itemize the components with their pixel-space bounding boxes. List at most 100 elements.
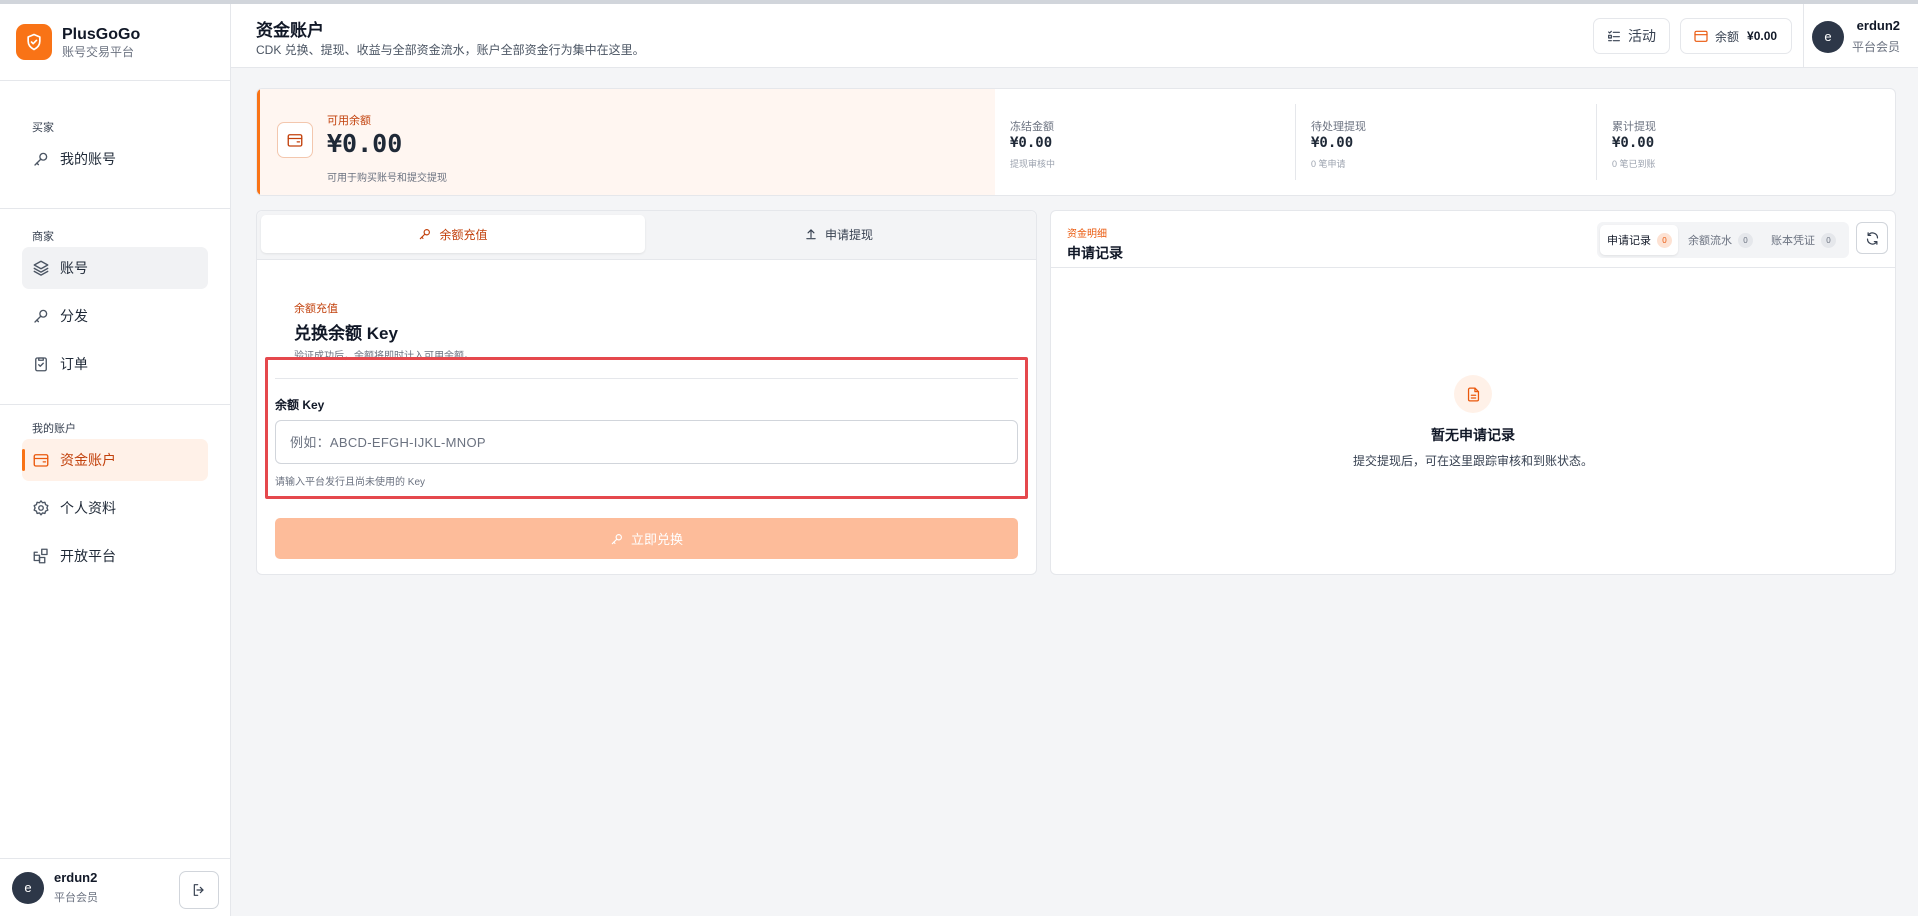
- tab-balance-recharge[interactable]: 余额充值: [261, 215, 645, 253]
- refresh-button[interactable]: [1856, 222, 1888, 254]
- tab-label: 申请记录: [1607, 235, 1651, 247]
- balance-label: 余额: [1715, 29, 1740, 44]
- available-balance-label: 可用余额: [327, 115, 371, 127]
- user-name: erdun2: [54, 870, 98, 885]
- sidebar-item-my-accounts[interactable]: 我的账号: [22, 138, 208, 180]
- activity-label: 活动: [1628, 28, 1656, 44]
- stat-label: 累计提现: [1612, 121, 1656, 133]
- page-subtitle: CDK 兑换、提现、收益与全部资金流水，账户全部资金行为集中在这里。: [256, 43, 645, 57]
- balance-summary-card: 可用余额 ¥0.00 可用于购买账号和提交提现 冻结金额 ¥0.00 提现审核中…: [256, 88, 1896, 196]
- stat-note: 提现审核中: [1010, 159, 1056, 169]
- sidebar-item-orders[interactable]: 订单: [22, 343, 208, 385]
- tab-ledger-vouchers[interactable]: 账本凭证 0: [1764, 225, 1836, 255]
- nav-section-label: 买家: [32, 122, 54, 134]
- sidebar-item-profile[interactable]: 个人资料: [22, 487, 208, 529]
- records-panel: 资金明细 申请记录 申请记录 0 余额流水 0 账本凭证 0 暂无申请记录 提交…: [1050, 210, 1896, 575]
- user-name: erdun2: [1856, 18, 1901, 33]
- records-header: 资金明细 申请记录 申请记录 0 余额流水 0 账本凭证 0: [1051, 211, 1895, 268]
- logout-button[interactable]: [179, 871, 219, 909]
- wallet-icon: [32, 451, 50, 469]
- redeem-tab-bar: 余额充值 申请提现: [257, 211, 1036, 260]
- avatar: e: [1812, 20, 1844, 53]
- stat-pending-withdrawal: 待处理提现 ¥0.00 0 笔申请: [1296, 89, 1596, 195]
- tab-label: 账本凭证: [1771, 235, 1815, 247]
- sidebar-item-accounts[interactable]: 账号: [22, 247, 208, 289]
- clipboard-icon: [32, 355, 50, 373]
- key-icon: [610, 532, 624, 546]
- tab-label: 余额流水: [1688, 235, 1732, 247]
- records-tab-switch: 申请记录 0 余额流水 0 账本凭证 0: [1597, 222, 1849, 258]
- nav-section-label: 我的账户: [32, 423, 76, 435]
- brand-subtitle: 账号交易平台: [62, 44, 135, 59]
- redeem-button-label: 立即兑换: [630, 532, 683, 547]
- stat-value: ¥0.00: [1311, 135, 1354, 151]
- section-kicker: 余额充值: [294, 303, 338, 315]
- sidebar: PlusGoGo 账号交易平台 买家 我的账号 商家 账号 分发 订单 我的账户: [0, 4, 231, 916]
- stat-label: 待处理提现: [1311, 121, 1366, 133]
- balance-button[interactable]: 余额 ¥0.00: [1680, 18, 1792, 54]
- balance-value: ¥0.00: [1747, 29, 1778, 43]
- stat-frozen: 冻结金额 ¥0.00 提现审核中: [995, 89, 1296, 195]
- avatar: e: [12, 871, 44, 904]
- sidebar-item-label: 订单: [60, 356, 88, 372]
- layers-icon: [32, 259, 50, 277]
- sidebar-item-label: 账号: [60, 260, 88, 276]
- brand-name: PlusGoGo: [62, 25, 141, 43]
- apps-icon: [32, 547, 50, 565]
- count-badge: 0: [1657, 232, 1672, 248]
- activity-button[interactable]: 活动: [1593, 18, 1670, 54]
- stat-value: ¥0.00: [1010, 135, 1053, 151]
- shield-icon: [16, 24, 52, 60]
- empty-state-title: 暂无申请记录: [1431, 427, 1515, 443]
- page-title: 资金账户: [256, 21, 324, 40]
- sidebar-item-label: 我的账号: [60, 151, 116, 167]
- key-icon: [418, 227, 432, 241]
- sidebar-item-funds-account[interactable]: 资金账户: [22, 439, 208, 481]
- brand: PlusGoGo 账号交易平台: [0, 4, 230, 81]
- user-role: 平台会员: [54, 892, 98, 904]
- redeem-panel: 余额充值 申请提现 余额充值 兑换余额 Key 验证成功后，余额将即时计入可用余…: [256, 210, 1037, 575]
- sidebar-item-open-platform[interactable]: 开放平台: [22, 535, 208, 577]
- key-icon: [32, 150, 50, 168]
- count-badge: 0: [1738, 232, 1753, 248]
- stat-value: ¥0.00: [1612, 135, 1655, 151]
- header-divider: [1803, 4, 1804, 68]
- sidebar-item-distribution[interactable]: 分发: [22, 295, 208, 337]
- sidebar-item-label: 开放平台: [60, 548, 116, 564]
- top-header: 资金账户 CDK 兑换、提现、收益与全部资金流水，账户全部资金行为集中在这里。 …: [231, 4, 1918, 68]
- nav-section-label: 商家: [32, 231, 54, 243]
- section-title: 兑换余额 Key: [294, 324, 398, 343]
- sidebar-item-label: 分发: [60, 308, 88, 324]
- stat-note: 0 笔已到账: [1612, 159, 1656, 169]
- gear-icon: [32, 499, 50, 517]
- stat-label: 冻结金额: [1010, 121, 1054, 133]
- nav-section-my-account: 我的账户 资金账户 个人资料 开放平台: [0, 405, 230, 577]
- document-icon: [1454, 375, 1492, 413]
- tab-request-withdrawal[interactable]: 申请提现: [645, 215, 1032, 253]
- refresh-icon: [1865, 231, 1880, 246]
- wallet-icon: [277, 122, 313, 158]
- tab-label: 余额充值: [439, 227, 488, 242]
- stat-note: 0 笔申请: [1311, 159, 1346, 169]
- stat-total-withdrawn: 累计提现 ¥0.00 0 笔已到账: [1597, 89, 1895, 195]
- available-balance-note: 可用于购买账号和提交提现: [327, 173, 447, 184]
- available-balance-block: 可用余额 ¥0.00 可用于购买账号和提交提现: [257, 89, 995, 195]
- count-badge: 0: [1821, 232, 1836, 248]
- user-role: 平台会员: [1852, 40, 1901, 54]
- sidebar-item-label: 资金账户: [60, 452, 116, 468]
- records-kicker: 资金明细: [1067, 229, 1107, 240]
- sidebar-user-card: e erdun2 平台会员: [0, 858, 230, 916]
- upload-icon: [804, 227, 818, 241]
- tab-balance-flow[interactable]: 余额流水 0: [1681, 225, 1753, 255]
- records-title: 申请记录: [1067, 245, 1123, 261]
- redeem-now-button[interactable]: 立即兑换: [275, 518, 1018, 559]
- header-user-menu[interactable]: e erdun2 平台会员: [1812, 18, 1900, 55]
- available-balance-amount: ¥0.00: [327, 129, 403, 158]
- sidebar-item-label: 个人资料: [60, 500, 116, 516]
- key-icon: [32, 307, 50, 325]
- highlight-box: [265, 357, 1028, 499]
- logout-icon: [191, 882, 207, 898]
- empty-state-description: 提交提现后，可在这里跟踪审核和到账状态。: [1352, 454, 1593, 468]
- nav-section-merchant: 商家 账号 分发 订单: [0, 209, 230, 385]
- tab-application-records[interactable]: 申请记录 0: [1600, 225, 1678, 255]
